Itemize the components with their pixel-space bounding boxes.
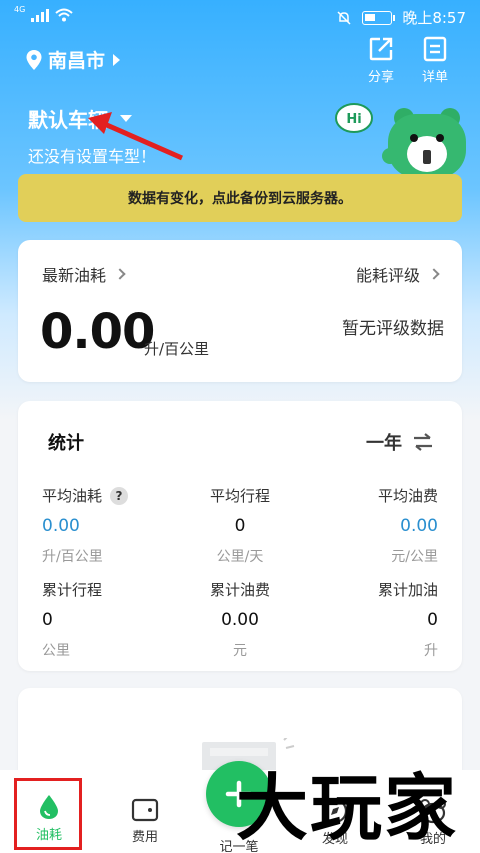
stat-value: 0 (427, 610, 438, 630)
no-rating-text: 暂无评级数据 (342, 319, 444, 339)
watermark-text: 大玩家 (236, 765, 459, 850)
network-type: 4G (14, 4, 26, 14)
stat-unit: 升/百公里 (42, 549, 103, 565)
statistics-title: 统计 (48, 433, 84, 454)
tab-cost[interactable]: 费用 (110, 798, 180, 845)
mascot-bear-icon: Hi (335, 103, 466, 176)
backup-banner[interactable]: 数据有变化，点此备份到云服务器。 (18, 174, 462, 222)
share-icon (369, 37, 393, 61)
help-icon[interactable]: ? (110, 486, 129, 505)
city-selector[interactable]: 南昌市 (26, 46, 121, 73)
wifi-icon (55, 8, 73, 22)
stat-label: 平均油费 (377, 487, 438, 505)
detail-label: 详单 (421, 70, 448, 85)
detail-list-icon (423, 36, 447, 62)
latest-fuel-unit: 升/百公里 (144, 340, 210, 358)
status-bar: 4G 晚上8:57 (0, 0, 480, 34)
battery-icon (362, 10, 396, 25)
stat-avg-fuel-cost[interactable]: 平均油费 0.00 元/公里 (298, 485, 438, 566)
energy-rating-label: 能耗评级 (355, 266, 420, 285)
stat-unit: 元 (233, 643, 247, 659)
stat-label: 平均行程 (209, 487, 270, 505)
energy-rating-link[interactable]: 能耗评级 (355, 262, 440, 286)
tab-highlight-annotation (14, 778, 82, 850)
wallet-icon (131, 798, 159, 822)
stat-unit: 公里/天 (216, 549, 264, 565)
caret-right-icon (113, 53, 121, 66)
stat-label: 累计加油 (377, 581, 438, 599)
stat-total-fuel-cost[interactable]: 累计油费 0.00 元 (170, 579, 310, 660)
city-name: 南昌市 (48, 50, 106, 72)
stat-total-distance[interactable]: 累计行程 0 公里 (42, 579, 182, 660)
chevron-right-icon (114, 268, 126, 280)
location-pin-icon (26, 49, 42, 70)
mascot-greeting: Hi (346, 112, 361, 127)
period-label: 一年 (366, 433, 402, 454)
stat-value: 0 (234, 516, 246, 536)
share-button[interactable]: 分享 (356, 36, 406, 85)
fuel-consumption-card: 最新油耗 能耗评级 0.00 升/百公里 暂无评级数据 (18, 240, 462, 382)
stat-total-refuel[interactable]: 累计加油 0 升 (298, 579, 438, 660)
swap-arrows-icon (414, 433, 432, 451)
signal-icon (31, 8, 50, 22)
stat-unit: 升 (424, 643, 438, 659)
statistics-card: 统计 一年 平均油耗 ? 0.00 升/百公里 平均行程 0 公里/天 平均油费… (18, 401, 462, 671)
stat-label: 平均油耗 (42, 487, 103, 505)
stat-unit: 公里 (42, 643, 70, 659)
mute-bell-icon (337, 10, 351, 25)
latest-fuel-link[interactable]: 最新油耗 (42, 262, 126, 286)
latest-fuel-label: 最新油耗 (42, 266, 107, 285)
tab-label: 费用 (131, 830, 158, 845)
stat-avg-distance[interactable]: 平均行程 0 公里/天 (170, 485, 310, 566)
stat-value: 0.00 (400, 516, 438, 536)
detail-button[interactable]: 详单 (410, 36, 460, 85)
annotation-arrow (88, 112, 184, 161)
period-switch[interactable]: 一年 (366, 429, 434, 455)
stat-value: 0.00 (221, 610, 259, 630)
stat-label: 累计油费 (209, 581, 270, 599)
stat-value: 0.00 (42, 516, 80, 536)
stat-unit: 元/公里 (391, 549, 438, 565)
share-label: 分享 (367, 70, 394, 85)
stat-value: 0 (42, 610, 53, 630)
chevron-right-icon (428, 268, 440, 280)
stat-label: 累计行程 (42, 581, 103, 599)
latest-fuel-value: 0.00 (40, 304, 155, 360)
stat-avg-fuel[interactable]: 平均油耗 ? 0.00 升/百公里 (42, 485, 182, 566)
status-time: 晚上8:57 (402, 9, 466, 27)
